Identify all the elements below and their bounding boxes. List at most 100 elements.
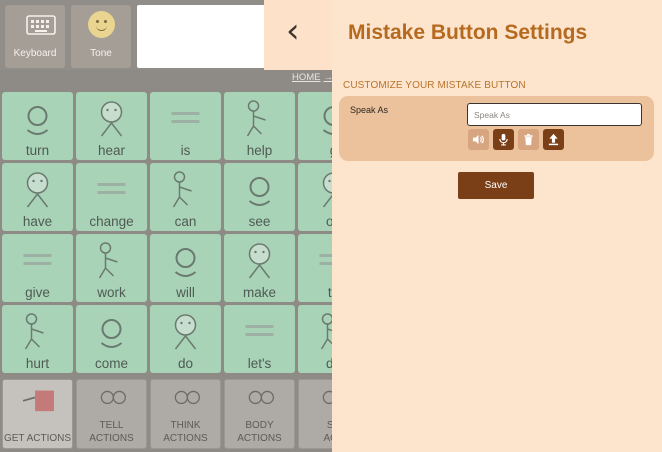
symbol-cell[interactable]: change [76,163,147,231]
category-label-line: THINK [170,420,201,431]
mistake-settings-panel: Mistake Button Settings CUSTOMIZE YOUR M… [332,0,662,452]
symbol-word: do [325,356,332,371]
message-bar[interactable] [137,5,267,68]
speak-as-input[interactable] [467,103,642,126]
category-label: THINK ACTIONS [151,419,220,445]
symbol-word: come [94,356,128,371]
symbol-cell[interactable]: have [2,163,73,231]
communication-board: Keyboard Tone ‹ HOME→ turn hear is help g hav… [0,0,332,452]
breadcrumb-arrow-icon: → [323,72,333,83]
symbol-cell[interactable]: turn [2,92,73,160]
category-picture-icon [322,390,332,405]
symbol-cell[interactable]: will [150,234,221,302]
symbol-picture-icon [248,243,271,279]
smiley-icon [88,11,115,38]
symbol-word: hurt [25,356,50,371]
symbol-cell[interactable]: do [150,305,221,373]
back-button[interactable]: ‹ [264,0,332,70]
symbol-cell[interactable]: make [224,234,295,302]
symbol-cell[interactable]: let's [224,305,295,373]
symbol-picture-icon [26,172,49,208]
category-tab[interactable]: THINK ACTIONS [150,379,221,449]
microphone-icon [499,133,508,146]
symbol-word: work [97,285,126,300]
play-speech-button[interactable] [468,129,489,150]
tone-button[interactable]: Tone [71,5,131,68]
upload-audio-button[interactable] [543,129,564,150]
symbol-picture-icon [98,242,118,279]
trash-icon [524,133,533,146]
symbol-picture-icon [24,313,44,350]
symbol-picture-icon [97,183,126,194]
category-tab[interactable]: BODY ACTIONS [224,379,295,449]
symbol-picture-icon [246,100,266,137]
category-label-line: ACTIONS [89,433,134,444]
category-label: BODY ACTIONS [225,419,294,445]
category-picture-icon [248,390,274,405]
symbol-picture-icon [322,106,332,135]
symbol-word: have [22,214,53,229]
save-button[interactable]: Save [458,172,534,199]
symbol-word: make [242,285,276,300]
category-picture-icon [174,390,200,405]
category-label: GET ACTIONS [3,432,72,445]
category-tab[interactable]: SEACT [298,379,332,449]
symbol-word: turn [25,143,50,158]
symbol-cell[interactable]: do [298,305,332,373]
symbol-picture-icon [319,254,332,265]
board-toolbar: Keyboard Tone ‹ [0,0,332,70]
category-tab[interactable]: GET ACTIONS [2,379,73,449]
symbol-cell[interactable]: hurt [2,305,73,373]
category-label-line: ACTIONS [163,433,208,444]
breadcrumb-home-link[interactable]: HOME [292,72,321,83]
section-heading: CUSTOMIZE YOUR MISTAKE BUTTON [343,80,526,91]
symbol-cell[interactable]: th [298,234,332,302]
category-label-line: BODY [245,420,274,431]
symbol-picture-icon [320,313,332,350]
category-label: TELL ACTIONS [77,419,146,445]
symbol-word: do [177,356,194,371]
category-tab[interactable]: TELL ACTIONS [76,379,147,449]
symbol-picture-icon [322,172,332,208]
category-label-line: SE [299,419,332,432]
symbol-word: change [89,214,134,229]
symbol-word: is [180,143,191,158]
symbol-cell[interactable]: give [2,234,73,302]
symbol-picture-icon [174,314,197,350]
delete-recording-button[interactable] [518,129,539,150]
symbol-cell[interactable]: come [76,305,147,373]
symbol-cell[interactable]: g [298,92,332,160]
symbol-picture-icon [100,101,123,137]
keyboard-label: Keyboard [13,48,57,59]
category-picture-icon [100,390,126,405]
breadcrumb: HOME → [292,72,332,83]
upload-icon [548,133,559,146]
symbol-word: will [176,285,195,300]
symbol-picture-icon [100,319,123,348]
speak-as-label: Speak As [350,105,389,115]
page-title: Mistake Button Settings [348,21,588,44]
symbol-word: see [248,214,271,229]
symbol-cell[interactable]: help [224,92,295,160]
symbol-word: hear [97,143,126,158]
symbol-picture-icon [174,248,197,277]
category-label-line: TELL [99,420,124,431]
symbol-cell[interactable]: work [76,234,147,302]
category-picture-icon [22,390,54,412]
symbol-cell[interactable]: hear [76,92,147,160]
keyboard-button[interactable]: Keyboard [5,5,65,68]
symbol-cell[interactable]: can [150,163,221,231]
speak-as-card: Speak As [339,96,654,161]
symbol-word: help [246,143,273,158]
symbol-picture-icon [26,106,49,135]
symbol-cell[interactable]: is [150,92,221,160]
record-button[interactable] [493,129,514,150]
symbol-word: g [298,143,332,158]
symbol-cell[interactable]: see [224,163,295,231]
symbol-cell[interactable]: op [298,163,332,231]
symbol-word: op [325,214,332,229]
symbol-picture-icon [245,325,274,336]
symbol-picture-icon [23,254,52,265]
speaker-icon [472,134,484,145]
category-label-line: ACTIONS [237,433,282,444]
